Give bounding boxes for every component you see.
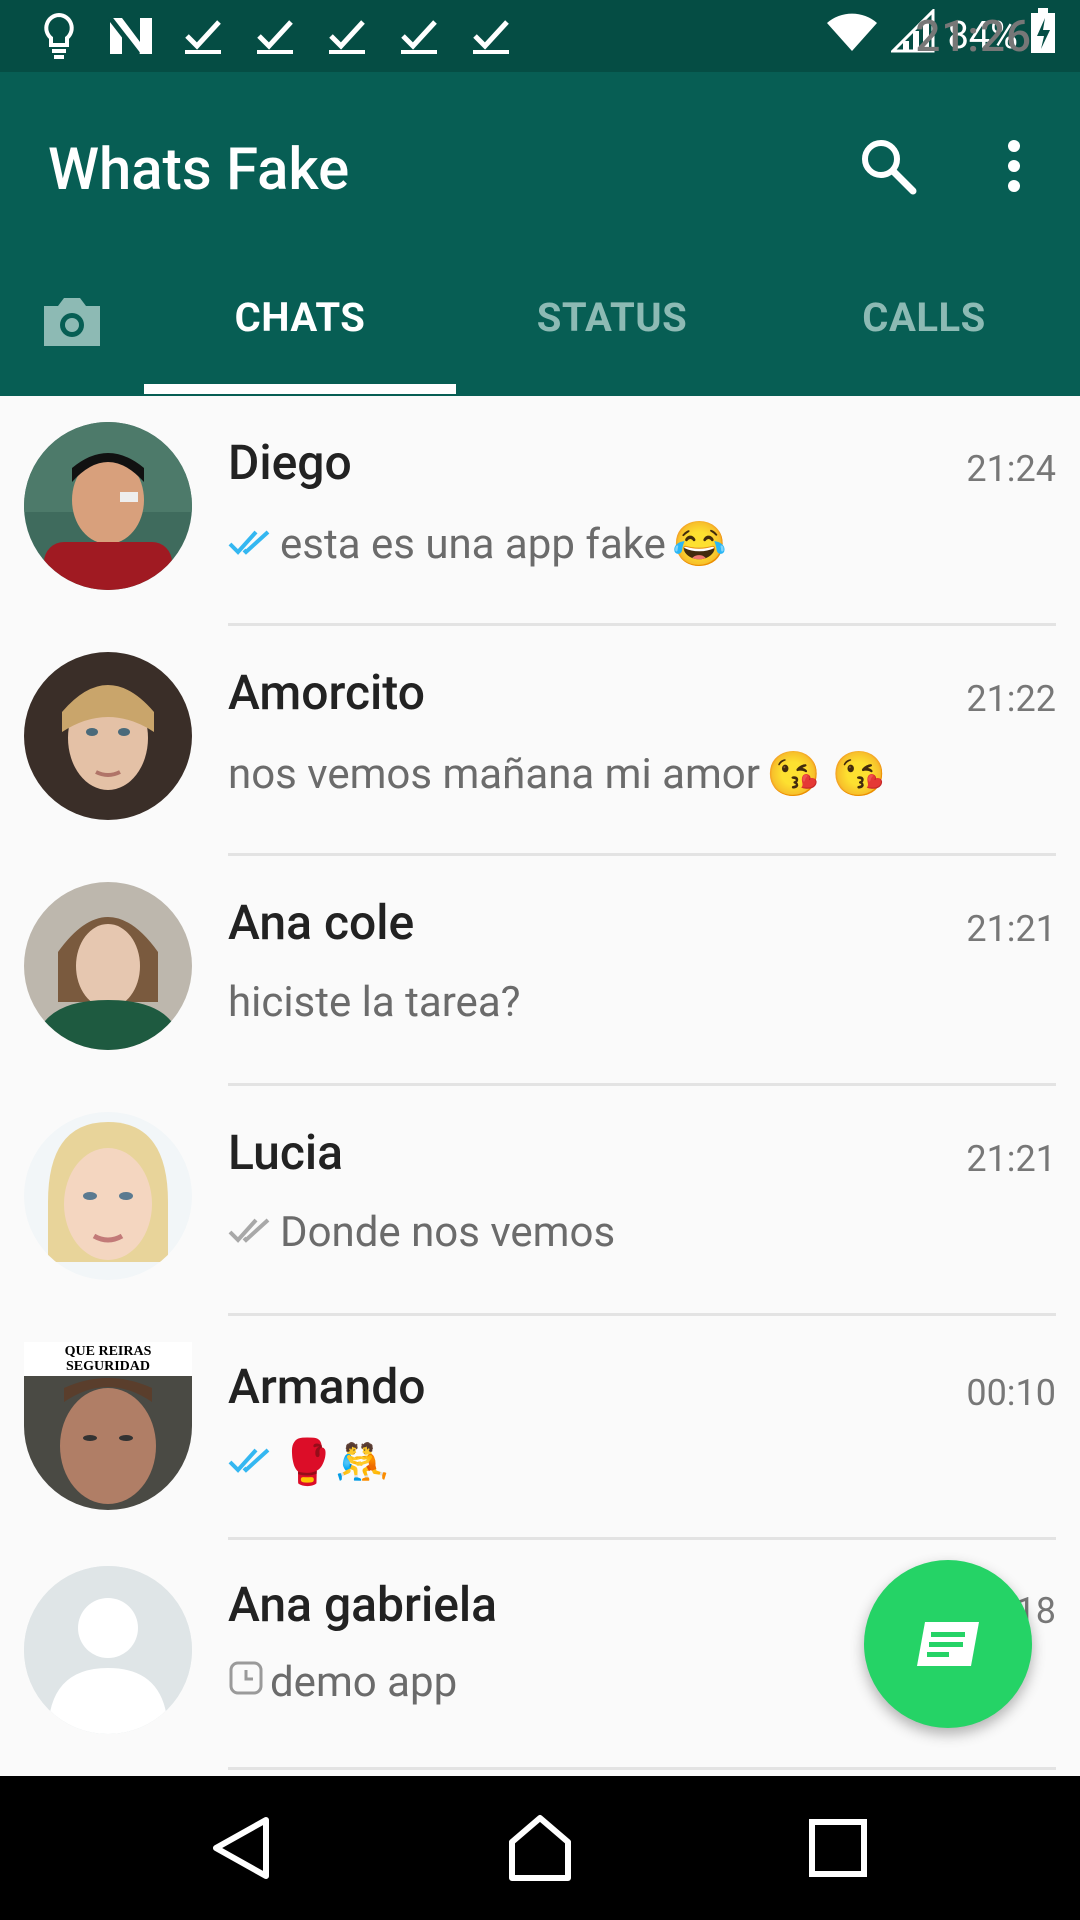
double-check-read-icon: [228, 520, 274, 569]
emoji: 🥊🤼: [280, 1436, 390, 1488]
battery-charging-icon: [1030, 8, 1056, 64]
recents-icon[interactable]: [802, 1812, 874, 1884]
tab-indicator: [144, 384, 456, 394]
chat-time: 00:10: [966, 1372, 1056, 1414]
tab-status[interactable]: STATUS: [456, 294, 768, 341]
chat-preview: nos vemos mañana mi amor 😘 😘: [228, 748, 886, 800]
chat-time: 21:21: [966, 1138, 1056, 1180]
chat-row-lucia[interactable]: Lucia 21:21 Donde nos vemos: [0, 1086, 1080, 1316]
system-indicators: 84% 21:26: [825, 0, 1056, 72]
chat-time: 21:24: [966, 448, 1056, 490]
message-text: demo app: [270, 1658, 458, 1707]
chat-row-armando[interactable]: QUE REIRAS SEGURIDAD Armando 00:10 🥊🤼: [0, 1316, 1080, 1540]
contact-name: Ana gabriela: [228, 1576, 498, 1633]
back-icon[interactable]: [206, 1812, 278, 1884]
clock: 21:26: [915, 10, 1032, 62]
double-check-delivered-icon: [228, 1208, 274, 1257]
contact-name: Amorcito: [228, 664, 425, 721]
chat-preview: demo app: [228, 1658, 457, 1707]
chat-row-amorcito[interactable]: Amorcito 21:22 nos vemos mañana mi amor …: [0, 626, 1080, 856]
camera-icon[interactable]: [38, 292, 106, 352]
more-vert-icon[interactable]: [990, 134, 1038, 198]
emoji: 😂: [671, 518, 727, 570]
avatar[interactable]: [24, 1112, 192, 1280]
message-text: hiciste la tarea?: [228, 978, 521, 1027]
clock-pending-icon: [228, 1658, 264, 1707]
message-text: esta es una app fake: [280, 519, 666, 569]
avatar[interactable]: QUE REIRAS SEGURIDAD: [24, 1342, 192, 1510]
chat-time: 21:21: [966, 908, 1056, 950]
chat-row-diego[interactable]: Diego 21:24 esta es una app fake 😂: [0, 396, 1080, 626]
avatar[interactable]: [24, 422, 192, 590]
check-icon: [246, 10, 304, 62]
lightbulb-icon: [30, 10, 88, 62]
status-bar: 84% 21:26: [0, 0, 1080, 72]
tab-calls[interactable]: CALLS: [768, 294, 1080, 341]
check-icon: [318, 10, 376, 62]
app-bar: Whats Fake CHATS STATUS CALLS: [0, 72, 1080, 396]
tab-bar: CHATS STATUS CALLS: [0, 268, 1080, 396]
contact-name: Lucia: [228, 1124, 344, 1181]
avatar[interactable]: [24, 882, 192, 1050]
chat-preview: Donde nos vemos: [228, 1208, 615, 1257]
navigation-bar: [0, 1776, 1080, 1920]
chat-list: Diego 21:24 esta es una app fake 😂 Amorc…: [0, 396, 1080, 1770]
avatar[interactable]: [24, 652, 192, 820]
notification-icons: [30, 10, 534, 62]
n-icon: [102, 10, 160, 62]
check-icon: [174, 10, 232, 62]
message-text: Donde nos vemos: [280, 1208, 616, 1257]
tab-chats[interactable]: CHATS: [144, 294, 456, 341]
double-check-read-icon: [228, 1438, 274, 1487]
divider: [228, 1767, 1056, 1770]
new-chat-button[interactable]: [864, 1560, 1032, 1728]
chat-preview: esta es una app fake 😂: [228, 518, 727, 570]
message-icon: [917, 1622, 979, 1666]
home-icon[interactable]: [504, 1812, 576, 1884]
wifi-icon: [825, 9, 879, 63]
contact-name: Ana cole: [228, 894, 415, 951]
check-icon: [390, 10, 448, 62]
app-title: Whats Fake: [48, 136, 350, 204]
emoji: 😘 😘: [765, 748, 887, 800]
search-icon[interactable]: [856, 134, 920, 198]
check-icon: [462, 10, 520, 62]
chat-time: 21:22: [966, 678, 1056, 720]
chat-row-ana-cole[interactable]: Ana cole 21:21 hiciste la tarea?: [0, 856, 1080, 1086]
default-avatar-icon[interactable]: [24, 1566, 192, 1734]
avatar-caption: QUE REIRAS SEGURIDAD: [64, 1344, 152, 1374]
contact-name: Diego: [228, 434, 352, 491]
message-text: nos vemos mañana mi amor: [228, 749, 760, 799]
chat-preview: 🥊🤼: [228, 1436, 390, 1488]
contact-name: Armando: [228, 1358, 426, 1415]
chat-preview: hiciste la tarea?: [228, 978, 521, 1027]
